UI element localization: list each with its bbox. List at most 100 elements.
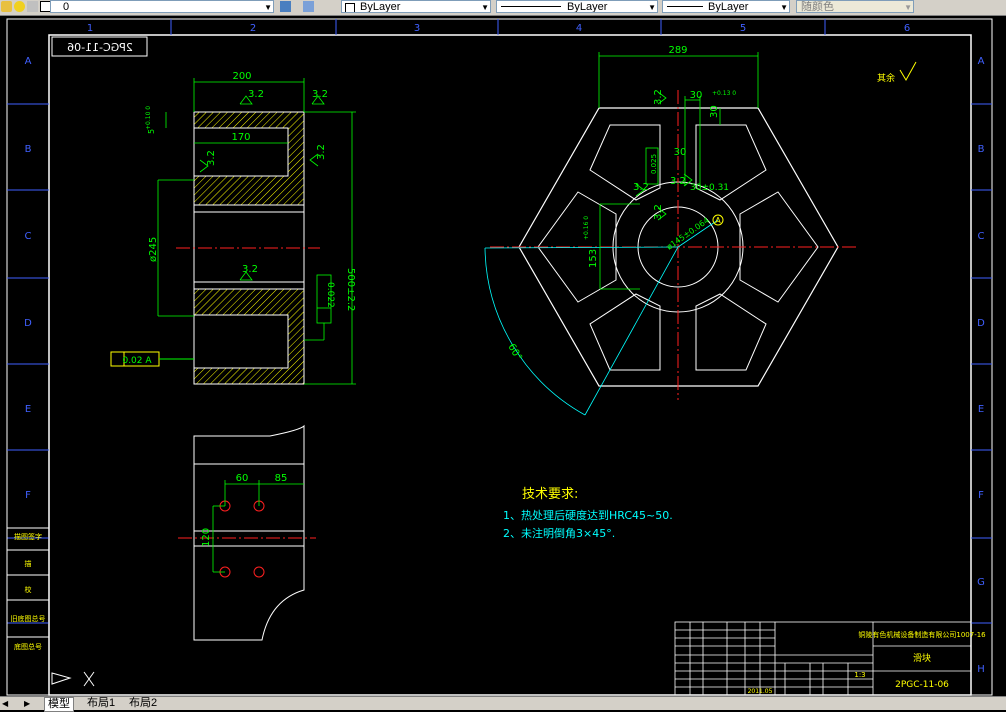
strip-label: 旧底图总号: [11, 614, 46, 623]
row-label: E: [25, 404, 31, 415]
row-label: D: [24, 318, 32, 329]
plotstyle-dropdown: 随颜色 ▼: [796, 0, 914, 13]
linetype-line-icon: [501, 6, 561, 7]
dim-keyway: 30±0.31: [690, 183, 729, 193]
lineweight-dropdown[interactable]: ByLayer ▼: [662, 0, 790, 13]
section-view[interactable]: 200 3.2 3.2 170 5 +0.10 0 ø245 500±2.2 3…: [110, 71, 356, 385]
dim-bore-depth: 153: [588, 249, 599, 268]
chevron-down-icon: ▼: [904, 3, 912, 12]
linetype-dropdown[interactable]: ByLayer ▼: [496, 0, 658, 13]
dim-inner: 170: [231, 132, 250, 143]
dim-slot-width: 30: [690, 90, 703, 101]
row-label: C: [978, 231, 985, 242]
row-label: A: [978, 56, 985, 67]
dim-hole-vertical: 120: [201, 528, 212, 547]
dim-roughness: 3.2: [316, 144, 327, 160]
chevron-down-icon: ▼: [264, 3, 272, 12]
properties-toolbar: 0 ▼ ByLayer ▼ ByLayer ▼ ByLayer ▼ 随颜色 ▼: [0, 0, 1006, 16]
partial-view[interactable]: 60 85 120: [178, 424, 316, 641]
dim-ring: ø145±0.064: [665, 216, 711, 252]
sun-icon[interactable]: [14, 1, 25, 12]
layer-manager-icon[interactable]: [280, 1, 291, 12]
dim-roughness: 3.2: [653, 204, 664, 220]
dim-slot-tol: +0.13 0: [712, 90, 736, 97]
dim-slot-tol: +0.10 0: [145, 106, 152, 130]
color-dropdown[interactable]: ByLayer ▼: [341, 0, 491, 13]
chevron-down-icon: ▼: [481, 3, 489, 12]
col-label: 2: [250, 23, 256, 34]
ucs-icon: [51, 671, 95, 687]
dim-hole-pitch: 60: [236, 473, 249, 484]
dim-diameter: ø245: [148, 237, 159, 262]
strip-label: 校: [25, 585, 32, 594]
chevron-down-icon: ▼: [648, 3, 656, 12]
dim-width: 200: [232, 71, 251, 82]
col-label: 6: [904, 23, 910, 34]
dim-roughness: 3.2: [633, 182, 649, 193]
tech-title: 技术要求:: [522, 487, 578, 502]
dim-roughness: 3.2: [242, 264, 258, 275]
row-label: D: [977, 318, 985, 329]
row-label: E: [978, 404, 984, 415]
date-value: 2011.05: [748, 688, 773, 695]
tab-layout2[interactable]: 布局2: [126, 697, 160, 710]
dim-hole-offset: 85: [275, 473, 288, 484]
cad-drawing[interactable]: 1 2 3 4 5 6 A B C D E F A B C D E F G H …: [0, 16, 1006, 696]
title-block-text: 铜陵有色机械设备制造有限公司1007-16 滑块 2PGC-11-06 1:3 …: [748, 630, 987, 695]
dim-slot-depth: 30: [709, 105, 720, 118]
dim-length: 500±2.2: [345, 268, 356, 311]
dim-angle: 60°: [505, 342, 523, 363]
dim-key: 30: [674, 147, 687, 158]
lineweight-line-icon: [667, 6, 703, 7]
row-label: G: [977, 577, 985, 588]
part-name: 滑块: [913, 652, 931, 664]
lock-icon[interactable]: [27, 1, 38, 12]
tab-next-icon[interactable]: ▶: [24, 697, 30, 710]
lineweight-dropdown-value: ByLayer: [708, 1, 749, 13]
color-swatch-icon: [345, 3, 355, 12]
dim-roughness: 3.2: [653, 89, 664, 105]
tech-item: 1、热处理后硬度达到HRC45~50.: [503, 508, 673, 522]
row-label: F: [25, 490, 31, 501]
row-label: H: [977, 664, 985, 675]
outer-frame: [6, 18, 993, 696]
plotstyle-dropdown-value: 随颜色: [801, 1, 834, 13]
row-label: B: [25, 144, 32, 155]
tab-first-icon[interactable]: ◀: [2, 697, 8, 710]
col-label: 3: [414, 23, 420, 34]
dim-roughness: 3.2: [670, 176, 686, 187]
company-name: 铜陵有色机械设备制造有限公司1007-16: [858, 630, 986, 639]
inner-frame: [48, 34, 972, 696]
strip-label: 描图签字: [14, 532, 42, 541]
layer-dropdown[interactable]: 0 ▼: [50, 0, 274, 13]
tol-symmetry: 0.025: [650, 154, 658, 174]
tech-requirements: 技术要求: 1、热处理后硬度达到HRC45~50. 2、未注明倒角3×45°.: [503, 487, 673, 540]
tol-parallel: 0.02 A: [122, 356, 152, 366]
left-label-strip: 描图签字 描 校 旧底图总号 底图总号: [6, 527, 50, 696]
dim-hex-width: 289: [668, 45, 687, 56]
grid-labels: 1 2 3 4 5 6 A B C D E F A B C D E F G H: [24, 23, 985, 675]
row-label: B: [978, 144, 985, 155]
drawing-number: 2PGC-11-06: [895, 680, 949, 690]
col-label: 5: [740, 23, 746, 34]
strip-label: 底图总号: [14, 642, 42, 651]
color-dropdown-value: ByLayer: [360, 1, 401, 13]
tech-item: 2、未注明倒角3×45°.: [503, 526, 615, 540]
tab-layout1[interactable]: 布局1: [84, 697, 118, 710]
dim-roughness: 3.2: [312, 89, 328, 100]
hexagon-view[interactable]: 289 30 +0.13 0 30 30 3.2 3.2 3.2 3.2 30±…: [484, 45, 858, 416]
strip-label: 描: [25, 559, 32, 568]
layer-state-icon[interactable]: [1, 1, 12, 12]
column-dividers: [7, 19, 992, 624]
layer-dropdown-value: 0: [63, 1, 70, 13]
col-label: 4: [576, 23, 582, 34]
row-label: C: [25, 231, 32, 242]
row-label: A: [25, 56, 32, 67]
drawing-canvas[interactable]: 1 2 3 4 5 6 A B C D E F A B C D E F G H …: [0, 16, 1006, 696]
chevron-down-icon: ▼: [780, 3, 788, 12]
dim-roughness: 3.2: [206, 150, 217, 166]
layer-previous-icon[interactable]: [303, 1, 314, 12]
tab-model[interactable]: 模型: [44, 697, 74, 712]
dim-bore-tol: +0.16 0: [583, 216, 590, 240]
roughness-symbol-icon: [899, 61, 917, 81]
